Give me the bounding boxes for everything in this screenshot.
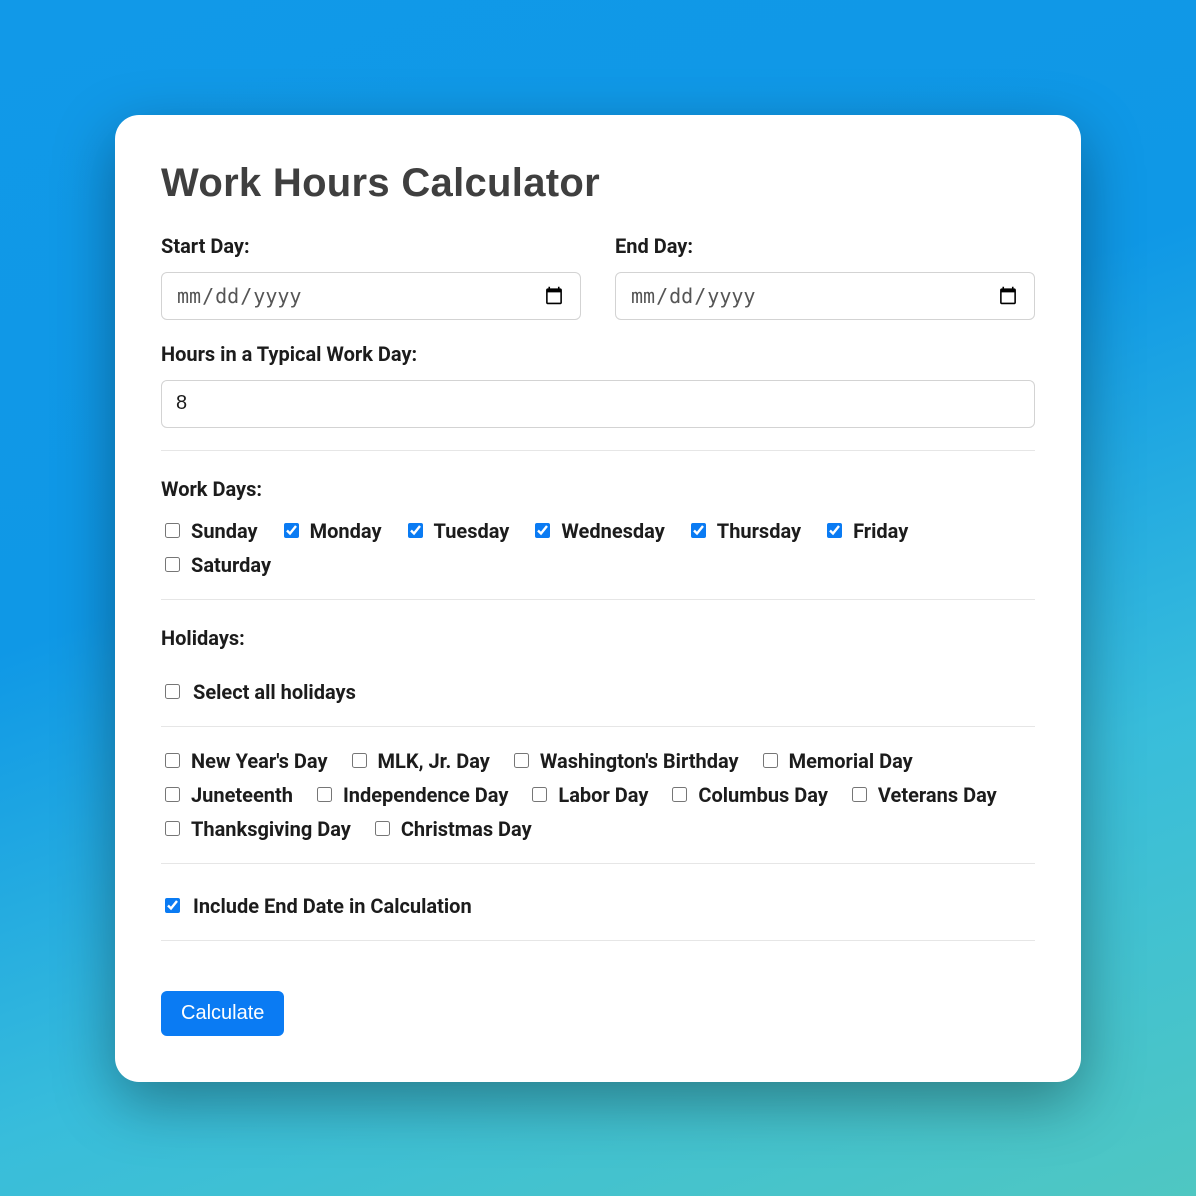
holiday-label: Labor Day	[558, 783, 648, 807]
holiday-label: Columbus Day	[698, 783, 828, 807]
calculator-card: Work Hours Calculator Start Day: End Day…	[115, 115, 1081, 1082]
end-day-label: End Day:	[615, 234, 1035, 258]
start-day-label: Start Day:	[161, 234, 581, 258]
workday-checkbox[interactable]	[165, 523, 180, 538]
select-all-holidays[interactable]: Select all holidays	[161, 680, 1035, 704]
holiday-checkbox[interactable]	[165, 753, 180, 768]
workday-item[interactable]: Wednesday	[531, 519, 664, 543]
holiday-item[interactable]: Juneteenth	[161, 783, 293, 807]
holiday-label: New Year's Day	[191, 749, 328, 773]
holiday-item[interactable]: Christmas Day	[371, 817, 532, 841]
workday-item[interactable]: Tuesday	[404, 519, 510, 543]
workday-item[interactable]: Friday	[823, 519, 908, 543]
holiday-item[interactable]: Veterans Day	[848, 783, 997, 807]
date-row: Start Day: End Day:	[161, 234, 1035, 320]
hours-input[interactable]	[161, 380, 1035, 428]
holiday-item[interactable]: MLK, Jr. Day	[348, 749, 490, 773]
holiday-label: Memorial Day	[789, 749, 913, 773]
workday-label: Thursday	[717, 519, 801, 543]
holidays-label: Holidays:	[161, 626, 1035, 650]
workday-checkbox[interactable]	[408, 523, 423, 538]
holiday-checkbox[interactable]	[532, 787, 547, 802]
select-all-holidays-checkbox[interactable]	[165, 684, 180, 699]
workdays-label: Work Days:	[161, 477, 1035, 501]
holiday-label: Veterans Day	[878, 783, 997, 807]
workday-item[interactable]: Monday	[280, 519, 382, 543]
start-day-field: Start Day:	[161, 234, 581, 320]
separator	[161, 450, 1035, 451]
holidays-row: New Year's Day MLK, Jr. Day Washington's B…	[161, 749, 1035, 841]
holiday-checkbox[interactable]	[165, 787, 180, 802]
page-title: Work Hours Calculator	[161, 161, 1035, 206]
separator	[161, 599, 1035, 600]
holiday-label: MLK, Jr. Day	[378, 749, 490, 773]
separator	[161, 726, 1035, 727]
holiday-item[interactable]: New Year's Day	[161, 749, 328, 773]
workday-label: Friday	[853, 519, 908, 543]
workdays-row: Sunday Monday Tuesday Wednesday Thursday Frid…	[161, 519, 1035, 577]
holiday-checkbox[interactable]	[352, 753, 367, 768]
holiday-checkbox[interactable]	[763, 753, 778, 768]
workday-item[interactable]: Thursday	[687, 519, 801, 543]
include-end-date-label: Include End Date in Calculation	[193, 894, 472, 918]
workday-label: Saturday	[191, 553, 271, 577]
holiday-item[interactable]: Independence Day	[313, 783, 508, 807]
workday-checkbox[interactable]	[691, 523, 706, 538]
separator	[161, 940, 1035, 941]
holiday-checkbox[interactable]	[852, 787, 867, 802]
holiday-item[interactable]: Labor Day	[528, 783, 648, 807]
hours-label: Hours in a Typical Work Day:	[161, 342, 1035, 366]
holiday-checkbox[interactable]	[514, 753, 529, 768]
hours-field: Hours in a Typical Work Day:	[161, 342, 1035, 428]
separator	[161, 863, 1035, 864]
workday-checkbox[interactable]	[827, 523, 842, 538]
holiday-label: Washington's Birthday	[540, 749, 739, 773]
holiday-checkbox[interactable]	[317, 787, 332, 802]
holiday-checkbox[interactable]	[672, 787, 687, 802]
workday-item[interactable]: Sunday	[161, 519, 258, 543]
workday-item[interactable]: Saturday	[161, 553, 271, 577]
workday-label: Monday	[310, 519, 382, 543]
holiday-label: Independence Day	[343, 783, 508, 807]
workday-label: Tuesday	[434, 519, 510, 543]
include-end-date[interactable]: Include End Date in Calculation	[161, 894, 1035, 918]
calculate-button[interactable]: Calculate	[161, 991, 284, 1036]
workday-label: Sunday	[191, 519, 258, 543]
end-day-input[interactable]	[615, 272, 1035, 320]
workday-checkbox[interactable]	[165, 557, 180, 572]
holiday-checkbox[interactable]	[375, 821, 390, 836]
holiday-label: Christmas Day	[401, 817, 532, 841]
workday-label: Wednesday	[561, 519, 664, 543]
holiday-item[interactable]: Thanksgiving Day	[161, 817, 351, 841]
holiday-item[interactable]: Memorial Day	[759, 749, 913, 773]
holiday-checkbox[interactable]	[165, 821, 180, 836]
workday-checkbox[interactable]	[284, 523, 299, 538]
holiday-item[interactable]: Washington's Birthday	[510, 749, 739, 773]
select-all-holidays-label: Select all holidays	[193, 680, 356, 704]
end-day-field: End Day:	[615, 234, 1035, 320]
holiday-item[interactable]: Columbus Day	[668, 783, 828, 807]
include-end-date-checkbox[interactable]	[165, 898, 180, 913]
holiday-label: Thanksgiving Day	[191, 817, 351, 841]
start-day-input[interactable]	[161, 272, 581, 320]
holiday-label: Juneteenth	[191, 783, 293, 807]
workday-checkbox[interactable]	[535, 523, 550, 538]
